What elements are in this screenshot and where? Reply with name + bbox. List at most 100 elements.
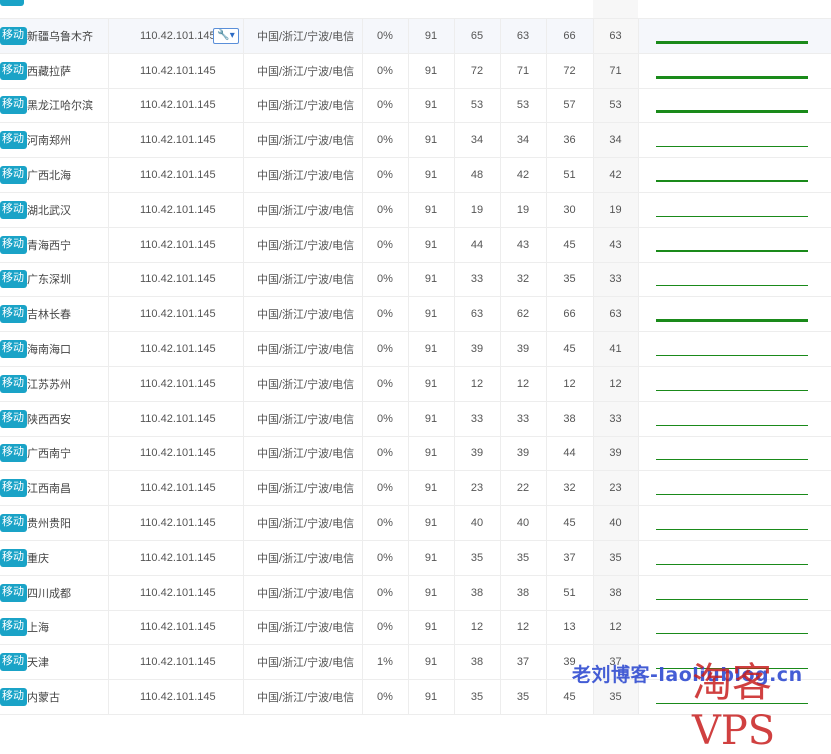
column-divider xyxy=(243,540,244,575)
column-divider xyxy=(638,401,639,436)
table-row[interactable]: 移动 黑龙江哈尔滨 110.42.101.145 中国/浙江/宁波/电信 0% 91 53 5… xyxy=(0,88,831,124)
last-cell: 65 xyxy=(470,29,484,42)
column-divider xyxy=(243,680,244,714)
city-cell: 青海西宁 xyxy=(27,239,71,252)
region-cell: 中国/浙江/宁波/电信 xyxy=(257,309,355,322)
avg-cell: 12 xyxy=(516,377,530,390)
isp-tag: 移动 xyxy=(0,166,27,185)
last-cell: 35 xyxy=(470,691,484,704)
worst-cell: 32 xyxy=(563,482,576,495)
column-divider xyxy=(108,645,109,680)
loss-cell: 0% xyxy=(377,691,393,704)
table-row[interactable]: 移动 四川成都 110.42.101.145 中国/浙江/宁波/电信 0% 91 38 38 5… xyxy=(0,575,831,611)
table-row[interactable]: 移动 西藏拉萨 110.42.101.145 中国/浙江/宁波/电信 0% 91 72 71 7… xyxy=(0,53,831,89)
avg-cell: 39 xyxy=(516,447,530,460)
best-cell: 40 xyxy=(609,517,622,530)
sent-cell: 91 xyxy=(424,412,438,425)
column-divider xyxy=(638,540,639,575)
table-row[interactable]: 移动 江西南昌 110.42.101.145 中国/浙江/宁波/电信 0% 91 23 22 3… xyxy=(0,471,831,507)
latency-sparkline xyxy=(656,471,808,505)
table-row[interactable]: 移动 吉林长春 110.42.101.145 中国/浙江/宁波/电信 0% 91 63 62 6… xyxy=(0,297,831,333)
column-divider xyxy=(243,506,244,540)
table-row[interactable]: 移动 陕西西安 110.42.101.145 中国/浙江/宁波/电信 0% 91 33 33 3… xyxy=(0,401,831,437)
sent-cell: 91 xyxy=(424,656,438,669)
wrench-dropdown-icon[interactable]: 🔧▾ xyxy=(213,27,239,44)
last-cell: 44 xyxy=(470,238,484,251)
table-row[interactable]: 移动 河南郑州 110.42.101.145 中国/浙江/宁波/电信 0% 91 34 34 3… xyxy=(0,123,831,159)
table-row[interactable]: 移动 江苏苏州 110.42.101.145 中国/浙江/宁波/电信 0% 91 12 12 1… xyxy=(0,366,831,402)
column-divider xyxy=(243,88,244,123)
column-divider xyxy=(108,227,109,262)
worst-cell: 36 xyxy=(563,134,576,147)
table-row[interactable]: 移动 广西北海 110.42.101.145 中国/浙江/宁波/电信 0% 91 48 42 5… xyxy=(0,158,831,193)
table-row[interactable]: 移动 贵州贵阳 110.42.101.145 中国/浙江/宁波/电信 0% 91 40 40 4… xyxy=(0,506,831,541)
best-cell: 12 xyxy=(609,377,622,390)
last-cell: 72 xyxy=(470,64,484,77)
worst-cell: 37 xyxy=(563,551,576,564)
column-divider xyxy=(108,366,109,401)
latency-sparkline xyxy=(656,228,808,262)
city-cell: 新疆乌鲁木齐 xyxy=(27,30,93,43)
worst-cell: 57 xyxy=(563,99,576,112)
column-divider xyxy=(243,332,244,366)
last-cell: 23 xyxy=(470,482,484,495)
column-divider xyxy=(108,401,109,436)
sparkline-line xyxy=(656,110,808,114)
sparkline-line xyxy=(656,146,808,148)
last-cell: 38 xyxy=(470,586,484,599)
loss-cell: 0% xyxy=(377,586,393,599)
region-cell: 中国/浙江/宁波/电信 xyxy=(257,483,355,496)
last-cell: 33 xyxy=(470,412,484,425)
table-row[interactable]: 移动 海南海口 110.42.101.145 中国/浙江/宁波/电信 0% 91 39 39 4… xyxy=(0,332,831,367)
sent-cell: 91 xyxy=(424,99,438,112)
loss-cell: 0% xyxy=(377,482,393,495)
table-row[interactable]: 移动 青海西宁 110.42.101.145 中国/浙江/宁波/电信 0% 91 44 43 4… xyxy=(0,227,831,263)
table-row[interactable]: 移动 新疆乌鲁木齐 110.42.101.145 🔧▾ 中国/浙江/宁波/电信 0% 91 6… xyxy=(0,19,831,54)
latency-sparkline xyxy=(656,263,808,297)
worst-cell: 66 xyxy=(563,308,576,321)
sparkline-line xyxy=(656,389,808,391)
region-cell: 中国/浙江/宁波/电信 xyxy=(257,204,355,217)
latency-sparkline xyxy=(656,611,808,645)
loss-cell: 0% xyxy=(377,169,393,182)
table-row[interactable]: 移动 上海 110.42.101.145 中国/浙江/宁波/电信 0% 91 12 12 13 1… xyxy=(0,610,831,646)
avg-cell: 63 xyxy=(516,29,530,42)
ip-cell: 110.42.101.145 xyxy=(140,691,216,704)
city-cell: 上海 xyxy=(27,622,49,635)
latency-sparkline xyxy=(656,506,808,540)
region-cell: 中国/浙江/宁波/电信 xyxy=(257,30,355,43)
sparkline-line xyxy=(656,529,808,531)
table-row[interactable]: 移动 广西南宁 110.42.101.145 中国/浙江/宁波/电信 0% 91 39 39 4… xyxy=(0,436,831,472)
table-row[interactable]: 移动 重庆 110.42.101.145 中国/浙江/宁波/电信 0% 91 35 35 37 3… xyxy=(0,540,831,576)
column-divider xyxy=(108,192,109,227)
table-row[interactable]: 移动 湖北武汉 110.42.101.145 中国/浙江/宁波/电信 0% 91 19 19 3… xyxy=(0,192,831,228)
best-cell: 38 xyxy=(609,586,622,599)
sparkline-line xyxy=(656,633,808,635)
best-cell: 23 xyxy=(609,482,622,495)
last-cell: 40 xyxy=(470,517,484,530)
isp-tag: 移动 xyxy=(0,340,27,359)
table-row[interactable]: 移动 广东深圳 110.42.101.145 中国/浙江/宁波/电信 0% 91 33 32 3… xyxy=(0,262,831,298)
ip-cell: 110.42.101.145 xyxy=(140,99,216,112)
avg-cell: 34 xyxy=(516,134,530,147)
sparkline-line xyxy=(656,598,808,600)
column-divider xyxy=(108,53,109,88)
sparkline-line xyxy=(656,424,808,426)
sent-cell: 91 xyxy=(424,343,438,356)
isp-tag: 移动 xyxy=(0,409,27,428)
ip-cell: 110.42.101.145 xyxy=(140,308,216,321)
region-cell: 中国/浙江/宁波/电信 xyxy=(257,170,355,183)
ip-cell: 110.42.101.145 xyxy=(140,656,216,669)
ip-cell: 110.42.101.145 xyxy=(140,169,216,182)
isp-tag: 移动 xyxy=(0,479,27,498)
ip-cell: 110.42.101.145 xyxy=(140,482,216,495)
sent-cell: 91 xyxy=(424,447,438,460)
isp-tag: 移动 xyxy=(0,514,27,533)
latency-sparkline xyxy=(656,576,808,610)
best-cell: 53 xyxy=(609,99,622,112)
column-divider xyxy=(243,53,244,88)
isp-tag: 移动 xyxy=(0,235,27,254)
sparkline-line xyxy=(656,215,808,217)
column-divider xyxy=(243,262,244,297)
latency-sparkline xyxy=(656,541,808,575)
